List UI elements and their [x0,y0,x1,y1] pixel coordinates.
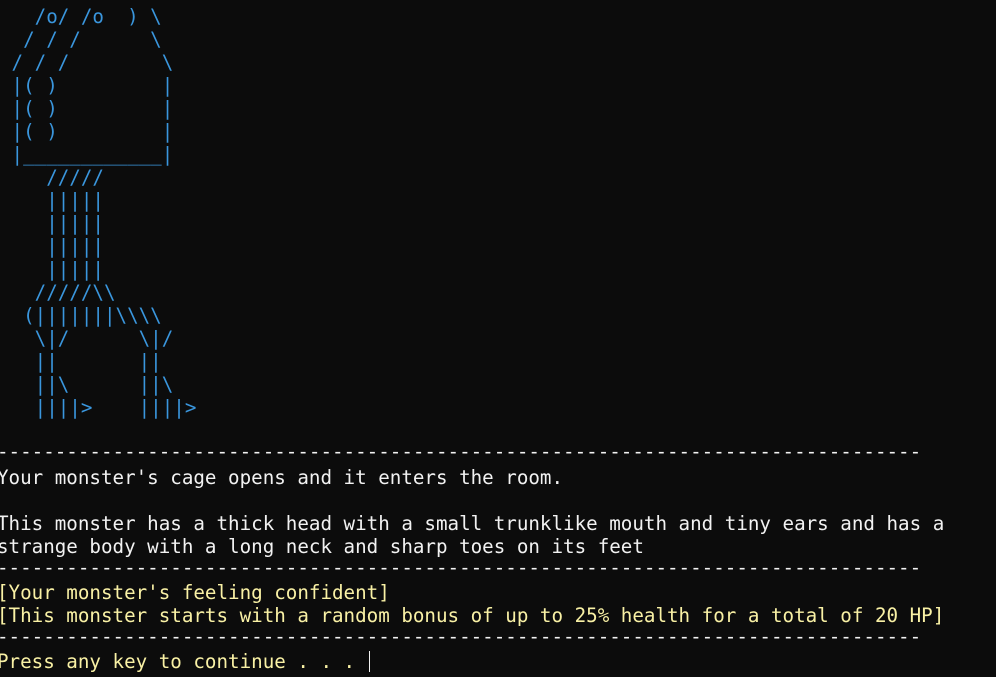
divider-bottom: ----------------------------------------… [0,625,922,648]
monster-description-line-1: This monster has a thick head with a sma… [0,512,945,535]
continue-prompt-row[interactable]: Press any key to continue . . . [0,650,370,673]
continue-prompt: Press any key to continue . . . [0,650,367,673]
monster-ascii-art: /o/ /o ) \ / / / \ / / / \ |( ) | |( ) |… [11,5,197,419]
feeling-status: [Your monster's feeling confident] [0,581,390,604]
health-bonus-status: [This monster starts with a random bonus… [0,604,945,627]
text-cursor [368,651,370,672]
cage-opens-message: Your monster's cage opens and it enters … [0,466,564,489]
console-window[interactable]: /o/ /o ) \ / / / \ / / / \ |( ) | |( ) |… [0,0,996,677]
monster-description-line-2: strange body with a long neck and sharp … [0,535,644,558]
divider-top: ----------------------------------------… [0,440,922,463]
divider-middle: ----------------------------------------… [0,556,922,579]
